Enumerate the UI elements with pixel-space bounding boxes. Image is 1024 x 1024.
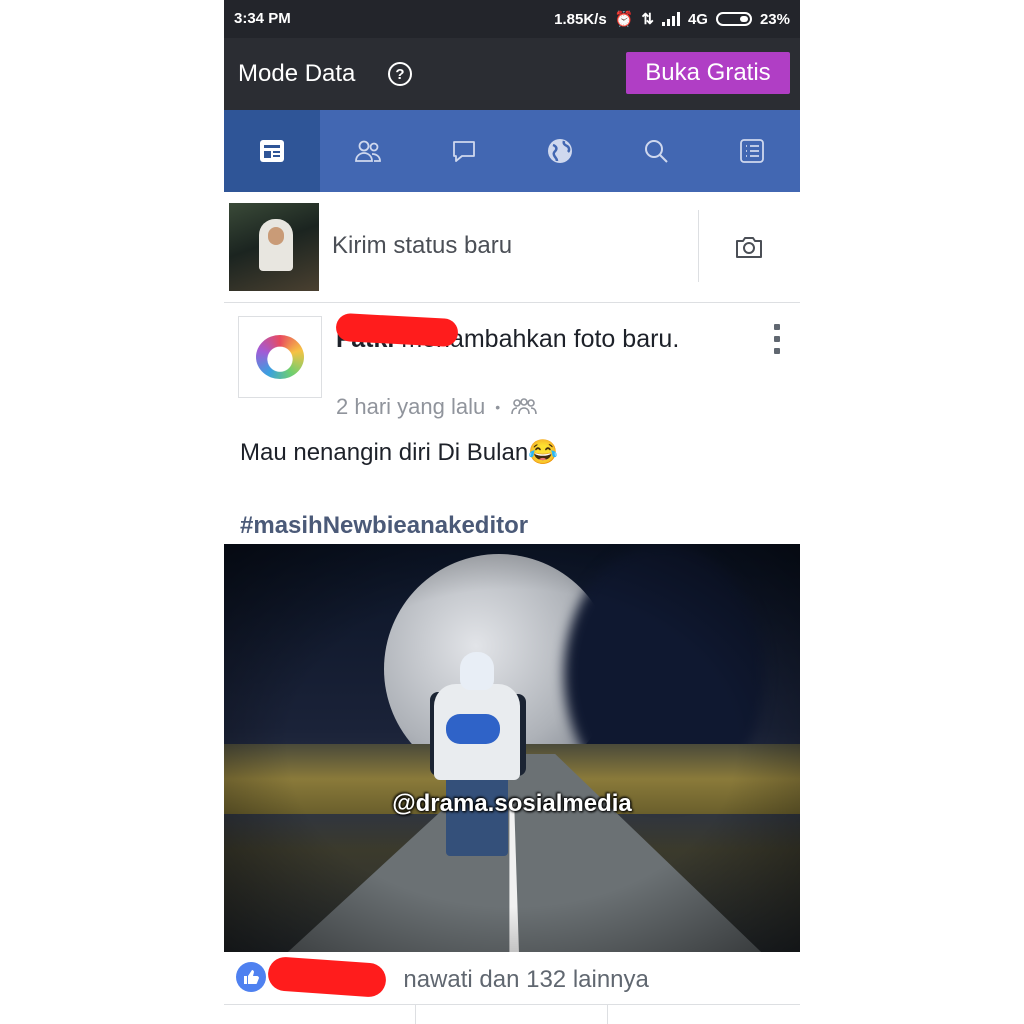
post-actions-bar (224, 1004, 800, 1024)
tab-messages[interactable] (416, 110, 512, 192)
chat-icon (453, 141, 475, 162)
post-text: Mau nenangin diri Di Bulan😂 (240, 439, 559, 466)
avatar-face (268, 227, 284, 245)
composer-divider (698, 210, 699, 282)
search-icon (645, 140, 668, 163)
tab-search[interactable] (608, 110, 704, 192)
battery-percent: 23% (759, 10, 790, 28)
more-options-icon[interactable] (774, 324, 780, 354)
page-logo-icon (256, 335, 304, 379)
alarm-off-icon: ⏰ (614, 11, 634, 28)
globe-icon (548, 139, 572, 163)
action-separator (415, 1004, 416, 1024)
status-bar: 3:34 PM 1.85K/s ⏰ ⇅ 4G 23% (224, 0, 800, 38)
network-speed: 1.85K/s (554, 10, 607, 28)
reaction-count-text: nawati dan 132 lainnya (403, 966, 649, 993)
tab-news-feed[interactable] (224, 110, 320, 192)
top-nav-bar (224, 110, 800, 192)
newsfeed-icon (260, 140, 284, 162)
camera-icon[interactable] (734, 234, 764, 260)
photo-vignette (224, 544, 800, 952)
tab-friends[interactable] (320, 110, 416, 192)
tab-notifications[interactable] (512, 110, 608, 192)
battery-icon (715, 12, 752, 26)
help-icon[interactable]: ? (388, 62, 412, 86)
data-mode-title: Mode Data (238, 60, 356, 87)
post-meta: 2 hari yang lalu • (336, 394, 538, 420)
network-type: 4G (687, 10, 708, 28)
user-avatar[interactable] (229, 203, 319, 291)
audience-friends-icon (511, 398, 537, 415)
data-arrows-icon: ⇅ (641, 11, 654, 28)
meta-separator: • (495, 399, 501, 415)
data-mode-bar: Mode Data ? Buka Gratis (224, 38, 800, 110)
status-indicators: 1.85K/s ⏰ ⇅ 4G 23% (554, 10, 790, 29)
free-mode-button[interactable]: Buka Gratis (626, 52, 790, 94)
status-input[interactable]: Kirim status baru (332, 232, 512, 260)
post-time[interactable]: 2 hari yang lalu (336, 394, 485, 420)
friends-icon (355, 140, 381, 162)
tab-menu[interactable] (704, 110, 800, 192)
list-menu-icon (740, 139, 764, 163)
post-hashtag[interactable]: #masihNewbieanakeditor (240, 512, 528, 540)
post-author-avatar[interactable] (238, 316, 322, 398)
status-time: 3:34 PM (234, 10, 291, 27)
photo-watermark: @drama.sosialmedia (392, 790, 632, 817)
action-separator (607, 1004, 608, 1024)
signal-icon (661, 12, 680, 26)
reactions-bar[interactable]: nawati dan 132 lainnya (224, 952, 800, 1005)
feed-post: Fatki menambahkan foto baru. 2 hari yang… (224, 302, 800, 1024)
post-photo[interactable]: @drama.sosialmedia (224, 544, 800, 952)
status-composer: Kirim status baru (224, 192, 800, 303)
like-reaction-icon (236, 962, 266, 992)
phone-screen: 3:34 PM 1.85K/s ⏰ ⇅ 4G 23% Mode Data ? B… (224, 0, 800, 1024)
